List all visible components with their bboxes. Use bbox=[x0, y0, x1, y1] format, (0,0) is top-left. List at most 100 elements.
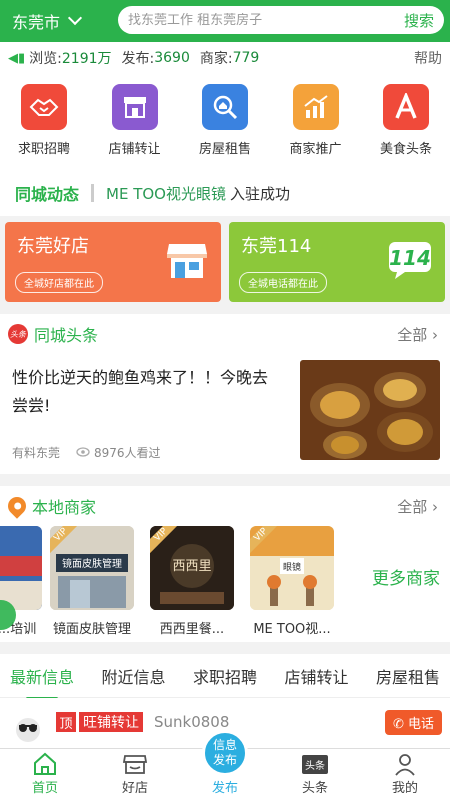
merchants-more-link[interactable]: 全部 › bbox=[397, 496, 438, 517]
article-meta: 有料东莞 8976人看过 bbox=[12, 444, 161, 461]
publish-line2: 发布 bbox=[212, 753, 237, 767]
shop-icon bbox=[111, 84, 158, 130]
tab-nearby[interactable]: 附近信息 bbox=[101, 664, 165, 688]
nav-good-shops[interactable]: 好店 bbox=[90, 749, 180, 800]
merchant-image: 镜面皮肤管理 VIP bbox=[50, 526, 134, 610]
headlines-section: 头条 同城头条 全部 › 性价比逆天的鲍鱼鸡来了！！今晚去尝尝! 有料东莞 89… bbox=[0, 314, 450, 474]
category-grid: 求职招聘 店铺转让 房屋租售 商家推广 美食头条 bbox=[0, 74, 450, 170]
location-pin-icon bbox=[4, 493, 30, 519]
publish-button[interactable]: 信息 发布 bbox=[202, 730, 248, 776]
user-icon bbox=[393, 751, 417, 777]
article-thumbnail[interactable] bbox=[300, 360, 440, 460]
nav-mine[interactable]: 我的 bbox=[360, 749, 450, 800]
nav-label: 首页 bbox=[31, 781, 58, 796]
headline-icon: 头条 bbox=[302, 751, 328, 777]
divider bbox=[91, 184, 95, 202]
search-button[interactable]: 搜索 bbox=[404, 10, 434, 31]
merchant-item[interactable]: 西西里 VIP 西西里餐... bbox=[142, 526, 242, 637]
badge-114-text: 114 bbox=[389, 246, 431, 270]
headline-icon-text: 头条 bbox=[302, 754, 328, 774]
category-label: 美食头条 bbox=[379, 142, 432, 157]
category-shop-transfer[interactable]: 店铺转让 bbox=[97, 84, 173, 170]
more-merchants-link[interactable]: 更多商家 bbox=[372, 564, 440, 589]
store-icon bbox=[122, 751, 148, 777]
posts-count: 3690 bbox=[154, 50, 190, 66]
promo-card-pill: 全城好店都在此 bbox=[15, 272, 103, 293]
news-tag: 同城动态 bbox=[15, 185, 80, 204]
article-source: 有料东莞 bbox=[12, 446, 61, 460]
city-selector[interactable]: 东莞市 bbox=[0, 9, 110, 33]
publish-line1: 信息 bbox=[212, 738, 237, 752]
search-box: 搜索 bbox=[118, 6, 444, 34]
merchant-name: 镜面皮肤管理 bbox=[52, 622, 131, 637]
category-label: 商家推广 bbox=[289, 142, 342, 157]
promo-card-pill: 全城电话都在此 bbox=[239, 272, 327, 293]
category-food[interactable]: 美食头条 bbox=[368, 84, 444, 170]
nav-label: 头条 bbox=[301, 781, 328, 796]
nav-headlines[interactable]: 头条 头条 bbox=[270, 749, 360, 800]
category-label: 店铺转让 bbox=[108, 142, 161, 157]
views-count: 2191万 bbox=[61, 51, 112, 67]
tab-latest[interactable]: 最新信息 bbox=[10, 664, 74, 700]
headlines-header: 头条 同城头条 全部 › bbox=[0, 314, 450, 354]
merchant-image bbox=[0, 526, 42, 610]
merchant-item[interactable]: 眼镜 VIP ME TOO视... bbox=[242, 526, 342, 637]
avatar bbox=[10, 712, 46, 742]
stats-bar: ◀▮ 浏览: 2191万 发布: 3690 商家: 779 帮助 bbox=[0, 42, 450, 74]
merchant-image: 西西里 VIP bbox=[150, 526, 234, 610]
search-input[interactable] bbox=[128, 12, 404, 28]
headline-badge-icon: 头条 bbox=[8, 324, 28, 344]
listing-category: 旺铺转让 bbox=[79, 712, 143, 732]
top-bar: 东莞市 搜索 bbox=[0, 0, 450, 42]
news-ticker[interactable]: 同城动态 ME TOO视光眼镜 入驻成功 bbox=[0, 170, 450, 216]
call-label: 电话 bbox=[407, 717, 434, 732]
category-jobs[interactable]: 求职招聘 bbox=[6, 84, 82, 170]
article-views: 8976人看过 bbox=[94, 446, 161, 460]
house-search-icon bbox=[202, 84, 248, 130]
category-promotion[interactable]: 商家推广 bbox=[278, 84, 354, 170]
category-housing[interactable]: 房屋租售 bbox=[187, 84, 263, 170]
posts-label: 发布: bbox=[121, 51, 155, 67]
headlines-more-link[interactable]: 全部 › bbox=[397, 324, 438, 345]
tab-shop-transfer[interactable]: 店铺转让 bbox=[284, 664, 348, 688]
growth-chart-icon bbox=[292, 84, 339, 130]
news-highlight: ME TOO视光眼镜 bbox=[106, 184, 226, 203]
merchant-sign-text: 镜面皮肤管理 bbox=[62, 557, 122, 570]
storefront-icon bbox=[165, 240, 209, 284]
merchant-list: ...培训 镜面皮肤管理 VIP 镜面皮肤管理 西西里 VIP 西西里餐... … bbox=[0, 526, 342, 637]
views-label: 浏览: bbox=[29, 51, 62, 67]
merchant-item[interactable]: 镜面皮肤管理 VIP 镜面皮肤管理 bbox=[42, 526, 142, 637]
handshake-icon bbox=[21, 84, 67, 130]
help-link[interactable]: 帮助 bbox=[414, 48, 442, 68]
merchant-sign-text: 眼镜 bbox=[283, 561, 301, 573]
category-label: 房屋租售 bbox=[198, 142, 251, 157]
merchants-count: 779 bbox=[232, 50, 260, 66]
section-title: 同城头条 bbox=[34, 326, 99, 345]
eye-icon bbox=[76, 446, 90, 460]
promo-card-good-shops[interactable]: 东莞好店 全城好店都在此 bbox=[5, 222, 221, 302]
tab-jobs[interactable]: 求职招聘 bbox=[193, 664, 257, 688]
article-title[interactable]: 性价比逆天的鲍鱼鸡来了！！今晚去尝尝! bbox=[12, 364, 282, 420]
section-title: 本地商家 bbox=[32, 498, 97, 517]
merchants-label: 商家: bbox=[199, 51, 233, 67]
phone-114-icon: 114 bbox=[387, 240, 433, 284]
merchant-sign-text: 西西里 bbox=[172, 559, 211, 574]
merchant-image: 眼镜 VIP bbox=[250, 526, 334, 610]
nav-label: 好店 bbox=[121, 781, 148, 796]
home-icon bbox=[32, 751, 58, 777]
news-text: 入驻成功 bbox=[229, 184, 290, 203]
category-label: 求职招聘 bbox=[17, 142, 70, 157]
speaker-icon: ◀▮ bbox=[8, 50, 26, 66]
promo-card-114[interactable]: 东莞114 全城电话都在此 114 bbox=[229, 222, 445, 302]
local-merchants-section: 本地商家 全部 › ...培训 镜面皮肤管理 VIP 镜面皮肤管理 西西里 VI… bbox=[0, 486, 450, 642]
tab-housing[interactable]: 房屋租售 bbox=[376, 664, 440, 688]
chevron-down-icon bbox=[67, 10, 83, 26]
merchants-header: 本地商家 全部 › bbox=[0, 486, 450, 526]
merchant-name: ME TOO视... bbox=[253, 622, 331, 637]
nav-home[interactable]: 首页 bbox=[0, 749, 90, 800]
info-tabs: 最新信息 附近信息 求职招聘 店铺转让 房屋租售 bbox=[0, 654, 450, 700]
nav-label: 发布 bbox=[211, 781, 238, 796]
top-tag: 顶 bbox=[56, 712, 76, 732]
nav-label: 我的 bbox=[391, 781, 418, 796]
call-button[interactable]: ✆ 电话 bbox=[384, 710, 442, 735]
